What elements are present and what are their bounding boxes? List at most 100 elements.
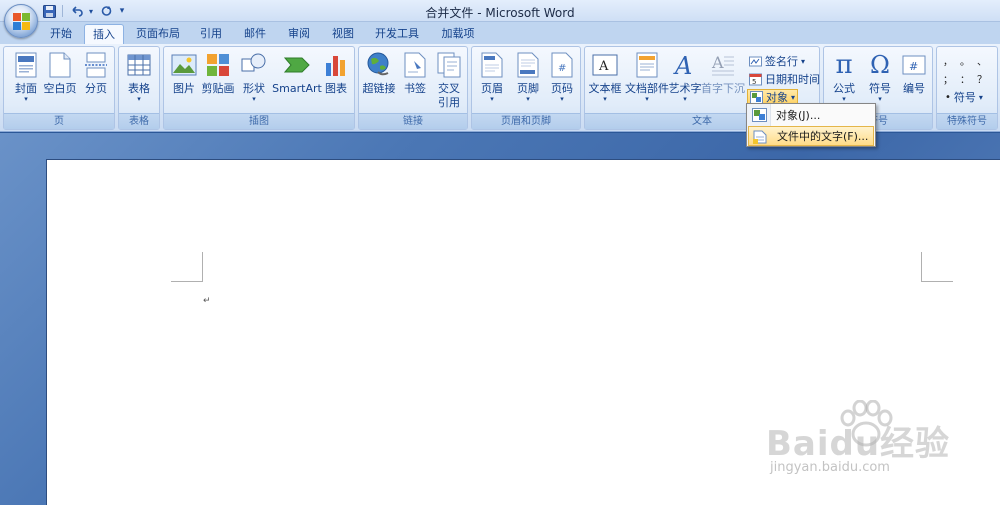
chevron-down-icon: ▾: [603, 95, 607, 103]
smartart-button[interactable]: SmartArt: [272, 51, 322, 113]
chart-icon: [323, 51, 349, 79]
special-symbol-label: 符号: [953, 91, 976, 104]
special-char[interactable]: ；: [943, 71, 960, 86]
drop-cap-button[interactable]: A 首字下沉: [701, 51, 745, 113]
page-number-icon: #: [549, 51, 575, 79]
group-tables: 表格 ▾ 表格: [118, 46, 160, 130]
svg-text:#: #: [909, 60, 918, 73]
bookmark-button[interactable]: 书签: [397, 51, 433, 113]
footer-button[interactable]: 页脚 ▾: [510, 51, 546, 113]
special-char[interactable]: 。: [960, 53, 977, 68]
svg-text:A: A: [673, 52, 692, 78]
text-box-label: 文本框: [588, 82, 622, 95]
tab-review[interactable]: 审阅: [282, 24, 316, 44]
group-pages: 封面 ▾ 空白页 分页 页: [3, 46, 115, 130]
numbering-label: 编号: [903, 82, 925, 95]
chevron-down-icon: ▾: [791, 92, 796, 102]
chevron-down-icon: ▾: [645, 95, 649, 103]
paragraph-mark: ↵: [203, 296, 211, 306]
office-button[interactable]: [4, 4, 38, 38]
cross-reference-button[interactable]: 交叉 引用: [431, 51, 467, 113]
group-special-label: 特殊符号: [937, 113, 997, 129]
page-break-button[interactable]: 分页: [78, 51, 114, 113]
special-char-grid: ， 。 、 ； ： ？: [943, 53, 995, 86]
watermark-url: jingyan.baidu.com: [770, 460, 890, 475]
text-box-button[interactable]: A 文本框 ▾: [587, 51, 623, 113]
group-header-footer-label: 页眉和页脚: [472, 113, 580, 129]
svg-text:A: A: [598, 59, 609, 74]
quick-parts-button[interactable]: 文档部件 ▾: [625, 51, 669, 113]
baidu-watermark: Baidu经验 jingyan.baidu.com: [760, 400, 970, 490]
tab-insert[interactable]: 插入: [84, 24, 124, 44]
signature-line-label: 签名行: [765, 55, 798, 68]
chevron-down-icon: ▾: [560, 95, 564, 103]
signature-line-button[interactable]: 签名行 ▾: [749, 53, 805, 69]
margin-corner-mark: [921, 252, 953, 282]
text-box-icon: A: [592, 51, 618, 79]
chevron-down-icon: ▾: [878, 95, 882, 103]
hyperlink-button[interactable]: 超链接: [361, 51, 397, 113]
shapes-button[interactable]: 形状 ▾: [236, 51, 272, 113]
hyperlink-label: 超链接: [362, 82, 396, 95]
blank-page-label: 空白页: [43, 82, 77, 95]
tab-developer[interactable]: 开发工具: [368, 24, 426, 44]
menu-item-text-from-file[interactable]: 文件中的文字(F)...: [748, 126, 874, 146]
group-illustrations: 图片 剪贴画 形状 ▾ SmartArt 图表 插图: [163, 46, 355, 130]
bookmark-label: 书签: [404, 82, 426, 95]
blank-page-icon: [47, 51, 73, 79]
chart-button[interactable]: 图表: [318, 51, 354, 113]
tab-add-ins[interactable]: 加载项: [434, 24, 482, 44]
shapes-label: 形状: [243, 82, 265, 95]
numbering-button[interactable]: # 编号: [896, 51, 932, 113]
calendar-icon: 5: [749, 73, 762, 86]
smartart-icon: [284, 51, 310, 79]
signature-line-icon: [749, 55, 762, 68]
tab-home[interactable]: 开始: [42, 24, 80, 44]
page-number-button[interactable]: # 页码 ▾: [544, 51, 580, 113]
special-char[interactable]: ：: [960, 71, 977, 86]
date-time-label: 日期和时间: [765, 73, 820, 86]
drop-cap-icon: A: [710, 51, 736, 79]
footer-icon: [515, 51, 541, 79]
special-char[interactable]: ？: [977, 71, 994, 86]
office-logo-icon: [13, 13, 31, 31]
wordart-label: 艺术字: [668, 82, 702, 95]
picture-icon: [171, 51, 197, 79]
header-icon: [479, 51, 505, 79]
cover-page-button[interactable]: 封面 ▾: [8, 51, 44, 113]
chevron-down-icon: ▾: [252, 95, 256, 103]
page-number-label: 页码: [551, 82, 573, 95]
header-label: 页眉: [481, 82, 503, 95]
group-header-footer: 页眉 ▾ 页脚 ▾ # 页码 ▾ 页眉和页脚: [471, 46, 581, 130]
bookmark-icon: [402, 51, 428, 79]
clip-art-button[interactable]: 剪贴画: [200, 51, 236, 113]
chevron-down-icon: ▾: [801, 56, 806, 66]
date-time-button[interactable]: 5 日期和时间: [749, 71, 820, 87]
special-char[interactable]: 、: [977, 53, 994, 68]
tab-mailings[interactable]: 邮件: [238, 24, 272, 44]
tab-page-layout[interactable]: 页面布局: [130, 24, 186, 44]
chevron-down-icon: ▾: [683, 95, 687, 103]
tab-view[interactable]: 视图: [326, 24, 360, 44]
picture-button[interactable]: 图片: [166, 51, 202, 113]
chevron-down-icon: ▾: [490, 95, 494, 103]
chevron-down-icon: ▾: [526, 95, 530, 103]
drop-cap-label: 首字下沉: [701, 82, 745, 95]
pi-icon: π: [835, 50, 853, 80]
cross-reference-icon: [436, 51, 462, 79]
group-links-label: 链接: [359, 113, 467, 129]
svg-text:A: A: [711, 53, 724, 72]
wordart-button[interactable]: A 艺术字 ▾: [667, 51, 703, 113]
special-char[interactable]: ，: [943, 53, 960, 68]
blank-page-button[interactable]: 空白页: [42, 51, 78, 113]
quick-parts-icon: [634, 51, 660, 79]
table-button[interactable]: 表格 ▾: [121, 51, 157, 113]
special-symbol-button[interactable]: • 符号 ▾: [945, 89, 983, 105]
text-from-file-icon: [753, 130, 768, 144]
menu-item-object[interactable]: 对象(J)...: [748, 105, 874, 125]
chevron-down-icon: ▾: [978, 92, 983, 102]
header-button[interactable]: 页眉 ▾: [474, 51, 510, 113]
footer-label: 页脚: [517, 82, 539, 95]
menu-item-text-from-file-label: 文件中的文字(F)...: [777, 130, 869, 143]
tab-references[interactable]: 引用: [194, 24, 228, 44]
